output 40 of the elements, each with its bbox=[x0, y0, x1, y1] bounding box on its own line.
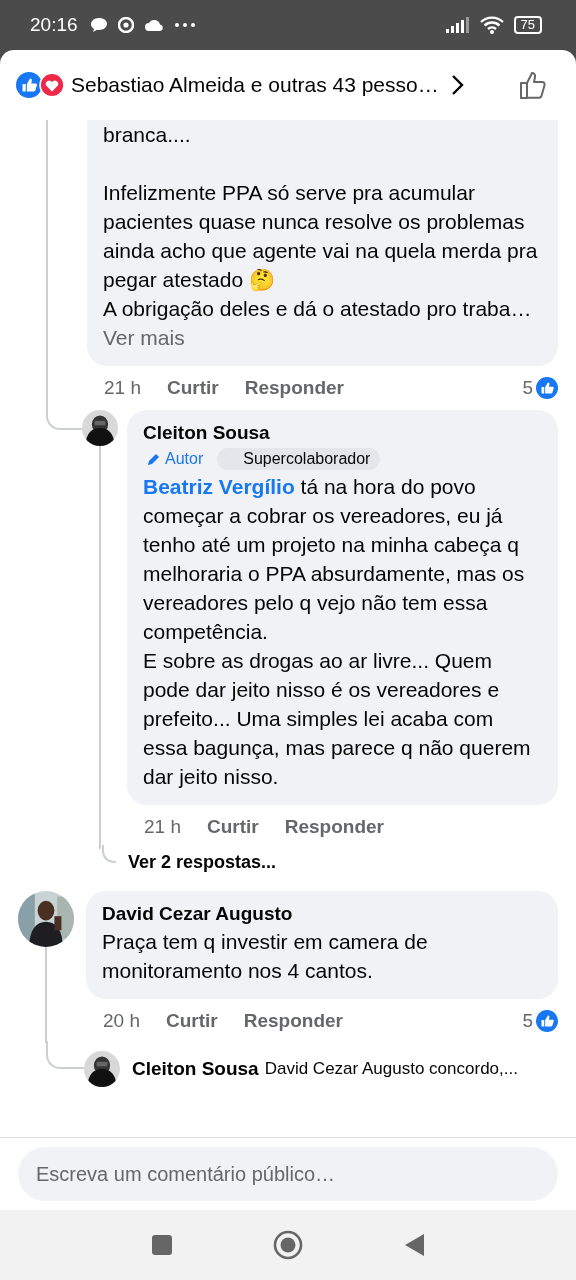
like-icon bbox=[16, 72, 42, 98]
see-more-link[interactable]: Ver mais bbox=[103, 326, 185, 349]
like-link[interactable]: Curtir bbox=[207, 816, 259, 838]
comment-text: branca.... Infelizmente PPA só serve pra acumular pacientes quase nunca resolve os problemas ainda acho que agente vai na quela merda pra pegar atestado 🤔 A obrigação deles e dá o atestado pro traba… Ver mais bbox=[103, 122, 538, 351]
square-icon[interactable] bbox=[151, 1234, 173, 1256]
reactions-summary[interactable]: Sebastiao Almeida e outras 43 pesso… bbox=[71, 73, 439, 97]
role-badge: Supercolaborador bbox=[217, 448, 381, 470]
clock: 20:16 bbox=[30, 14, 78, 36]
like-link[interactable]: Curtir bbox=[166, 1010, 218, 1032]
signal-icon bbox=[445, 17, 470, 33]
comment-text: Praça tem q investir em camera de monitoramento nos 4 cantos. bbox=[102, 929, 429, 984]
comment-time: 21 h bbox=[104, 377, 141, 399]
like-icon bbox=[536, 377, 558, 399]
author-name[interactable]: Cleiton Sousa bbox=[143, 420, 538, 446]
like-count: 5 bbox=[522, 1010, 533, 1032]
message-icon bbox=[89, 17, 108, 33]
more-icon bbox=[173, 22, 196, 28]
cloud-icon bbox=[143, 18, 164, 32]
wifi-icon bbox=[479, 16, 504, 34]
home-icon[interactable] bbox=[273, 1230, 303, 1260]
like-icon bbox=[536, 1010, 558, 1032]
reply-preview[interactable]: David Cezar Augusto concordo,... bbox=[264, 1059, 518, 1079]
chevron-right-icon[interactable] bbox=[450, 74, 465, 96]
like-link[interactable]: Curtir bbox=[167, 377, 219, 399]
browser-icon bbox=[117, 17, 134, 33]
like-button-icon[interactable] bbox=[518, 70, 548, 100]
comment-time: 21 h bbox=[144, 816, 181, 838]
view-replies-link[interactable]: Ver 2 respostas... bbox=[128, 851, 277, 873]
reply-link[interactable]: Responder bbox=[243, 1010, 343, 1032]
back-icon[interactable] bbox=[403, 1233, 425, 1257]
author-badge: Autor bbox=[143, 448, 208, 470]
comment-text: Beatriz Vergílio tá na hora do povo começar a cobrar os vereadores, eu já tenho até um projeto na minha cabeça q melhoraria o PPA absurdamente, mas os vereadores pelo q vejo não tem essa competência. E sobre as drogas ao ar livre... Quem pode dar jeito nisso é os vereadores e prefeito... Uma simples lei acaba com essa bagunça, mas parece q não querem dar jeito nisso. bbox=[143, 474, 532, 790]
comment-input[interactable]: Escreva um comentário público… bbox=[18, 1147, 558, 1201]
author-name[interactable]: Cleiton Sousa bbox=[132, 1058, 259, 1080]
reply-link[interactable]: Responder bbox=[244, 377, 344, 399]
comment-time: 20 h bbox=[103, 1010, 140, 1032]
reply-link[interactable]: Responder bbox=[284, 816, 384, 838]
author-name[interactable]: David Cezar Augusto bbox=[102, 901, 538, 927]
battery-level: 75 bbox=[513, 16, 542, 34]
like-count: 5 bbox=[522, 377, 533, 399]
